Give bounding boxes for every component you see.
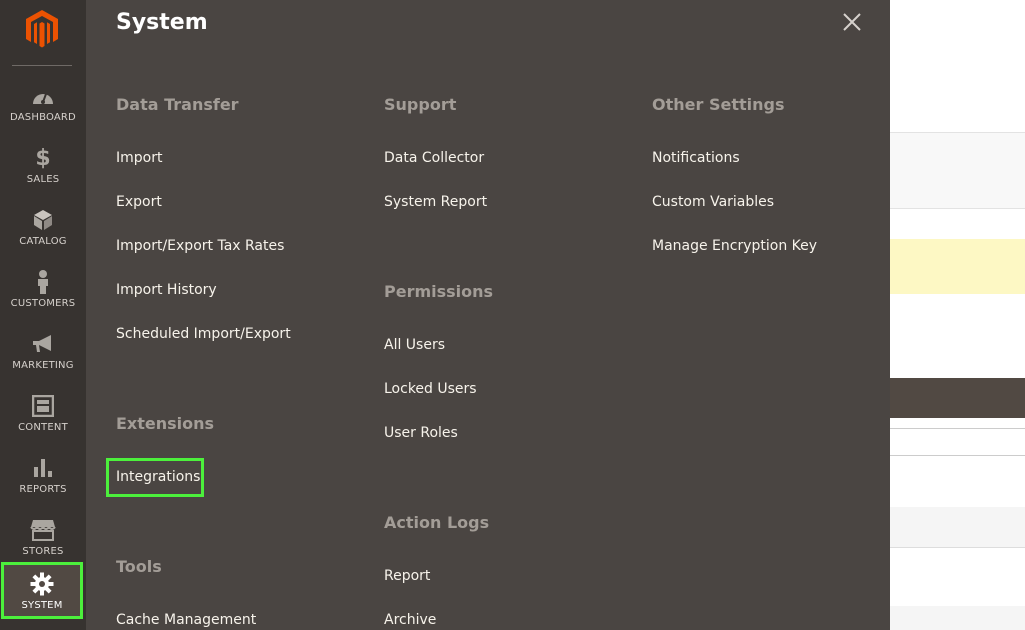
menu-link-import-history[interactable]: Import History	[116, 282, 217, 298]
sidebar-item-content[interactable]: CONTENT	[0, 390, 86, 450]
menu-link-all-users[interactable]: All Users	[384, 337, 445, 353]
system-notice-bar	[890, 239, 1025, 294]
menu-link-user-roles[interactable]: User Roles	[384, 425, 458, 441]
gear-icon	[4, 572, 80, 596]
sidebar-item-label: CONTENT	[18, 422, 68, 433]
sidebar-item-sales[interactable]: $ SALES	[0, 142, 86, 202]
sidebar-item-customers[interactable]: CUSTOMERS	[0, 266, 86, 326]
divider	[890, 428, 1025, 429]
menu-link-cache-management[interactable]: Cache Management	[116, 612, 256, 628]
sidebar-item-label: STORES	[22, 546, 64, 557]
person-icon	[0, 270, 86, 294]
menu-link-notifications[interactable]: Notifications	[652, 150, 740, 166]
sidebar-item-label: SALES	[26, 174, 60, 185]
menu-link-scheduled-import-export[interactable]: Scheduled Import/Export	[116, 326, 291, 342]
menu-link-custom-variables[interactable]: Custom Variables	[652, 194, 774, 210]
menu-link-integrations[interactable]: Integrations	[116, 469, 200, 485]
sidebar-item-system[interactable]: SYSTEM	[1, 562, 83, 619]
menu-link-manage-encryption-key[interactable]: Manage Encryption Key	[652, 238, 817, 254]
divider	[890, 547, 1025, 548]
table-row	[890, 507, 1025, 547]
sidebar-item-label: MARKETING	[12, 360, 74, 371]
divider	[890, 208, 1025, 209]
sidebar-item-dashboard[interactable]: DASHBOARD	[0, 80, 86, 140]
storefront-icon	[0, 518, 86, 542]
close-icon[interactable]	[838, 8, 866, 36]
panel-title: System	[116, 10, 208, 35]
menu-link-export[interactable]: Export	[116, 194, 162, 210]
sidebar-item-label: DASHBOARD	[10, 112, 76, 123]
menu-link-archive[interactable]: Archive	[384, 612, 436, 628]
divider	[890, 455, 1025, 456]
magento-logo[interactable]	[22, 6, 62, 52]
section-title-action-logs: Action Logs	[384, 513, 490, 532]
section-title-data-transfer: Data Transfer	[116, 95, 239, 114]
menu-link-locked-users[interactable]: Locked Users	[384, 381, 477, 397]
bar-chart-icon	[0, 456, 86, 480]
sidebar-item-label: SYSTEM	[21, 600, 63, 611]
background-page	[890, 0, 1025, 630]
section-title-other-settings: Other Settings	[652, 95, 785, 114]
section-title-permissions: Permissions	[384, 282, 494, 301]
megaphone-icon	[0, 332, 86, 356]
section-title-tools: Tools	[116, 557, 162, 576]
sidebar-item-reports[interactable]: REPORTS	[0, 452, 86, 512]
cube-icon	[0, 208, 86, 232]
sidebar-item-marketing[interactable]: MARKETING	[0, 328, 86, 388]
menu-link-report[interactable]: Report	[384, 568, 430, 584]
menu-link-system-report[interactable]: System Report	[384, 194, 487, 210]
section-title-extensions: Extensions	[116, 414, 215, 433]
dollar-icon: $	[35, 145, 51, 171]
dashboard-icon	[0, 84, 86, 108]
sidebar-item-label: CATALOG	[19, 236, 67, 247]
menu-link-data-collector[interactable]: Data Collector	[384, 150, 484, 166]
sidebar-item-label: REPORTS	[19, 484, 67, 495]
admin-sidebar: DASHBOARD $ SALES CATALOG CUSTOMERS MARK…	[0, 0, 86, 630]
menu-link-import-export-tax-rates[interactable]: Import/Export Tax Rates	[116, 238, 284, 254]
section-title-support: Support	[384, 95, 457, 114]
sidebar-item-label: CUSTOMERS	[10, 298, 76, 309]
page-header-area	[890, 133, 1025, 208]
sidebar-item-catalog[interactable]: CATALOG	[0, 204, 86, 264]
system-menu-panel: System Data Transfer Import Export Impor…	[86, 0, 890, 630]
table-row	[890, 606, 1025, 630]
grid-header	[890, 378, 1025, 418]
menu-link-import[interactable]: Import	[116, 150, 162, 166]
sidebar-divider	[12, 65, 72, 66]
layout-icon	[0, 394, 86, 418]
